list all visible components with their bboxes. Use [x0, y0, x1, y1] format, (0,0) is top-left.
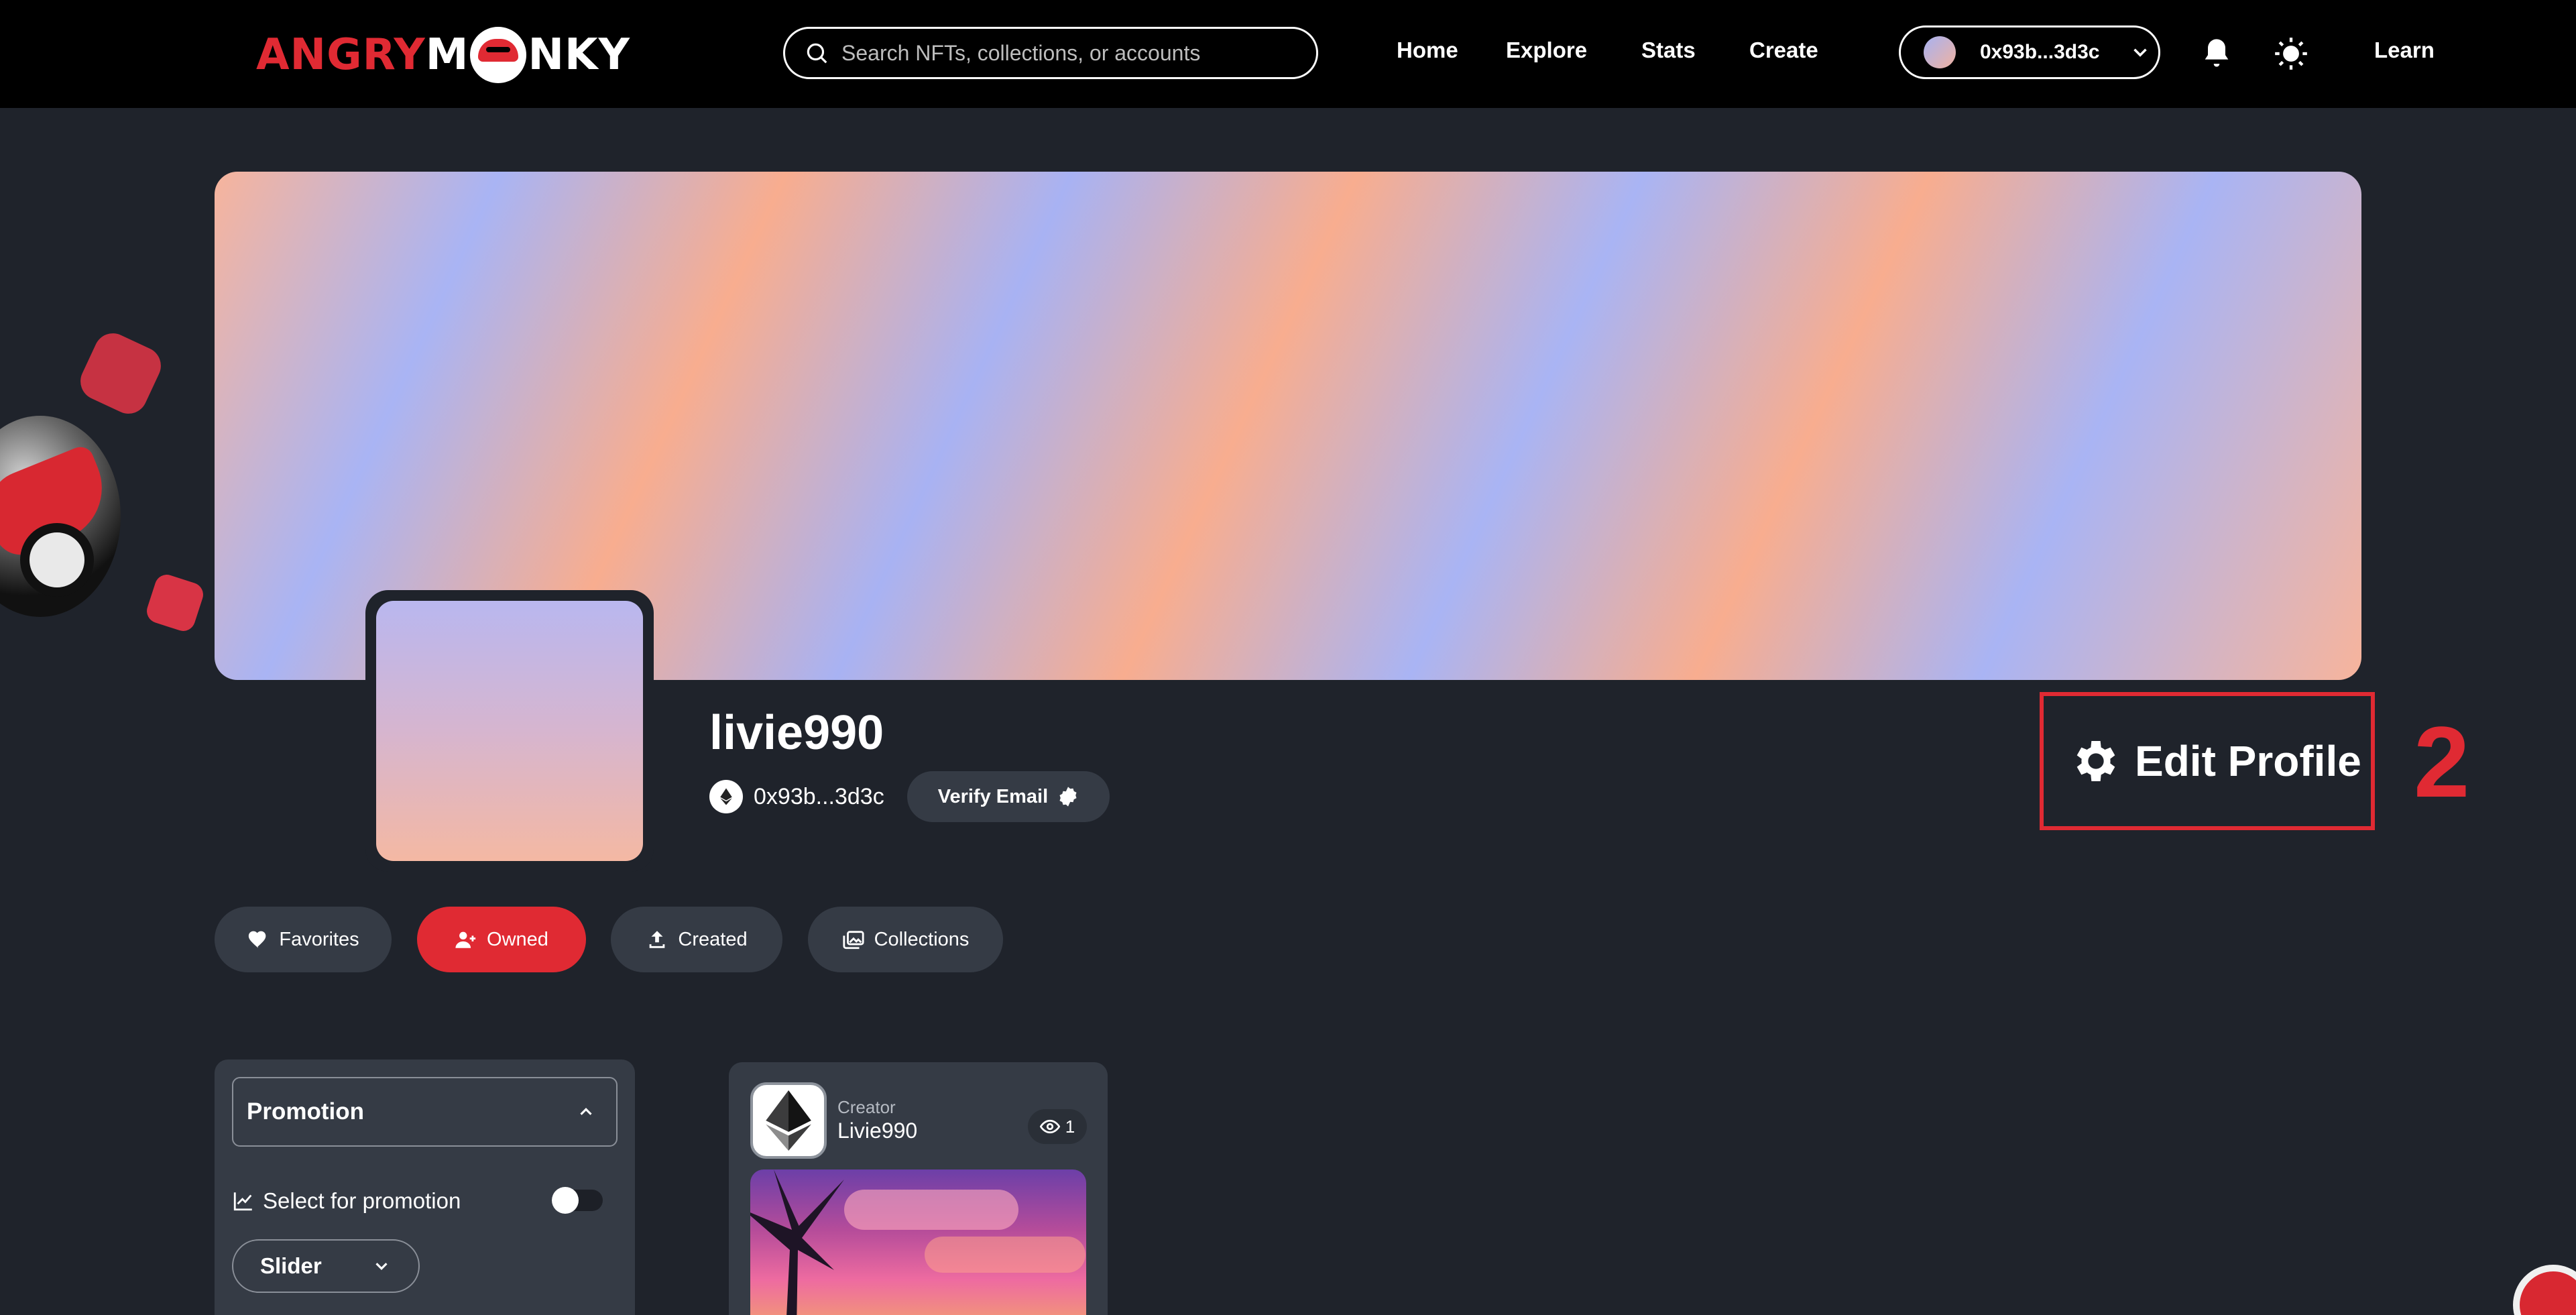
profile-avatar: [365, 590, 654, 872]
monkey-face-icon: [470, 27, 527, 83]
edit-profile-button[interactable]: Edit Profile: [2069, 731, 2361, 791]
wallet-dropdown[interactable]: 0x93b...3d3c: [1899, 25, 2160, 79]
verify-email-button[interactable]: Verify Email: [906, 771, 1110, 822]
creator-label: Creator: [837, 1097, 896, 1117]
wallet-avatar: [1924, 36, 1956, 68]
search-input[interactable]: [841, 40, 1297, 66]
nav-explore-link[interactable]: Explore: [1506, 38, 1587, 63]
verify-email-label: Verify Email: [937, 785, 1049, 807]
eye-icon: [1039, 1119, 1060, 1134]
red-gem-decoration-small: [143, 571, 207, 634]
ethereum-icon: [709, 780, 743, 813]
select-for-promotion-row: Select for promotion: [232, 1184, 618, 1218]
nav-stats-link[interactable]: Stats: [1641, 38, 1696, 63]
tab-favorites[interactable]: Favorites: [215, 907, 392, 972]
heart-icon: [249, 931, 266, 948]
images-icon: [842, 931, 864, 950]
tab-owned[interactable]: Owned: [417, 907, 586, 972]
user-icon: [455, 931, 476, 948]
chevron-up-icon: [580, 1108, 592, 1115]
promotion-toggle[interactable]: [552, 1187, 603, 1214]
logo-text-nky: NKY: [528, 30, 630, 80]
tab-created-label: Created: [678, 928, 748, 950]
profile-avatar-image: [376, 601, 643, 861]
search-icon: [807, 43, 827, 64]
tab-owned-label: Owned: [487, 928, 548, 950]
chart-line-icon: [233, 1192, 252, 1211]
bell-icon[interactable]: [2199, 36, 2234, 71]
nav-learn-link[interactable]: Learn: [2374, 38, 2435, 63]
gear-icon: [2076, 741, 2115, 781]
verified-badge-icon: [1059, 787, 1077, 807]
display-type-dropdown[interactable]: Slider: [232, 1239, 420, 1293]
chevron-down-icon: [375, 1263, 388, 1270]
top-navigation-bar: ANGRY M NKY Home Explore Stats Create 0x…: [0, 0, 2576, 108]
view-count-badge: 1: [1028, 1109, 1087, 1144]
step-number-annotation: 2: [2414, 705, 2470, 818]
view-count: 1: [1065, 1116, 1075, 1137]
profile-address-row: 0x93b...3d3c Verify Email: [709, 771, 1110, 822]
wallet-address: 0x93b...3d3c: [1980, 41, 2100, 63]
tab-collections[interactable]: Collections: [808, 907, 1003, 972]
tab-favorites-label: Favorites: [279, 928, 359, 950]
eye-decoration: [20, 523, 94, 597]
sunset-cloud: [925, 1237, 1086, 1273]
nft-card[interactable]: Creator Livie990 1: [729, 1062, 1108, 1315]
promotion-title: Promotion: [247, 1098, 364, 1125]
tab-created[interactable]: Created: [611, 907, 782, 972]
tab-collections-label: Collections: [874, 928, 970, 950]
sunset-cloud: [844, 1190, 1018, 1230]
red-gem-decoration: [74, 327, 168, 420]
angrymonky-logo[interactable]: ANGRY M NKY: [256, 27, 630, 83]
ethereum-logo-icon: [766, 1090, 811, 1151]
profile-username: livie990: [709, 706, 884, 760]
sun-icon[interactable]: [2274, 36, 2308, 71]
logo-text-m: M: [425, 30, 469, 80]
display-type-value: Slider: [260, 1253, 322, 1278]
toggle-knob: [552, 1187, 579, 1214]
chevron-down-icon: [2133, 48, 2147, 57]
upload-icon: [650, 931, 665, 948]
search-bar[interactable]: [783, 27, 1318, 79]
nav-create-link[interactable]: Create: [1749, 38, 1818, 63]
creator-name[interactable]: Livie990: [837, 1119, 917, 1143]
profile-wallet-address[interactable]: 0x93b...3d3c: [754, 784, 884, 810]
select-for-promotion-label: Select for promotion: [263, 1188, 461, 1213]
logo-text-angry: ANGRY: [256, 30, 426, 80]
nav-home-link[interactable]: Home: [1397, 38, 1458, 63]
promotion-accordion-header[interactable]: Promotion: [232, 1077, 618, 1147]
nft-image[interactable]: [750, 1169, 1086, 1315]
filter-sidebar: Promotion Select for promotion Slider: [215, 1060, 635, 1315]
edit-profile-label: Edit Profile: [2135, 737, 2361, 785]
palm-tree-silhouette: [750, 1169, 844, 1315]
corner-mascot-decoration: [2513, 1265, 2576, 1315]
creator-avatar[interactable]: [750, 1082, 827, 1159]
